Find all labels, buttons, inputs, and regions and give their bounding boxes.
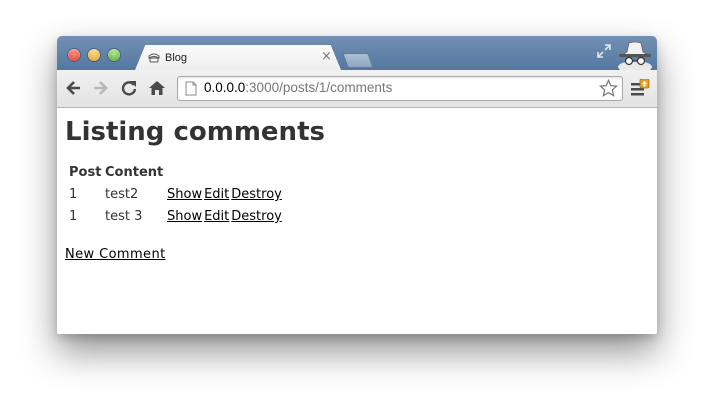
tab-close-icon[interactable]: × [321,49,332,64]
header-actions-2 [202,163,229,184]
new-comment-link[interactable]: New Comment [65,247,166,262]
wrench-menu-icon[interactable] [630,79,650,97]
cell-post: 1 [69,187,78,202]
close-window-button[interactable] [68,49,80,61]
cell-content: test 3 [105,209,143,224]
table-row: 1 test2 Show Edit Destroy [67,184,282,206]
cell-edit: Edit [202,206,229,228]
page-title: Listing comments [65,117,325,147]
tab-favicon-icon [148,53,160,63]
cell-post: 1 [69,209,78,224]
incognito-icon [618,41,652,70]
url-text: 0.0.0.0:3000/posts/1/comments [204,80,392,95]
new-tab-button[interactable] [342,53,374,68]
address-bar[interactable]: 0.0.0.0:3000/posts/1/comments [177,76,623,101]
browser-toolbar: 0.0.0.0:3000/posts/1/comments [57,70,657,108]
maximize-window-button[interactable] [108,49,120,61]
edit-link[interactable]: Edit [204,187,229,202]
bookmark-star-icon[interactable] [599,79,618,98]
minimize-window-button[interactable] [88,49,100,61]
cell-content: test2 [105,187,139,202]
header-post: Post [69,165,102,180]
table-header-row: Post Content [67,163,282,184]
edit-link[interactable]: Edit [204,209,229,224]
comments-table: Post Content 1 test2 Show Edit Destroy 1 [67,163,282,228]
header-content: Content [105,165,164,180]
destroy-link[interactable]: Destroy [231,187,282,202]
cell-edit: Edit [202,184,229,206]
destroy-link[interactable]: Destroy [231,209,282,224]
forward-arrow-icon[interactable] [91,79,109,97]
show-link[interactable]: Show [167,209,202,224]
cell-destroy: Destroy [229,184,282,206]
reload-icon[interactable] [120,79,138,97]
header-actions-3 [229,163,282,184]
fullscreen-icon[interactable] [597,44,611,58]
title-bar: Blog × [57,36,657,70]
url-path: :3000/posts/1/comments [245,80,393,95]
url-host: 0.0.0.0 [204,80,246,95]
table-row: 1 test 3 Show Edit Destroy [67,206,282,228]
show-link[interactable]: Show [167,187,202,202]
page-icon [185,81,197,96]
tab-title: Blog [165,52,188,64]
cell-show: Show [165,184,202,206]
back-arrow-icon[interactable] [65,79,83,97]
home-icon[interactable] [148,79,166,97]
page-content: Listing comments Post Content 1 test2 Sh… [57,108,657,334]
browser-window: Blog × 0.0.0.0:3000/posts/1/comments Lis… [57,36,657,334]
cell-destroy: Destroy [229,206,282,228]
cell-show: Show [165,206,202,228]
header-actions-1 [165,163,202,184]
